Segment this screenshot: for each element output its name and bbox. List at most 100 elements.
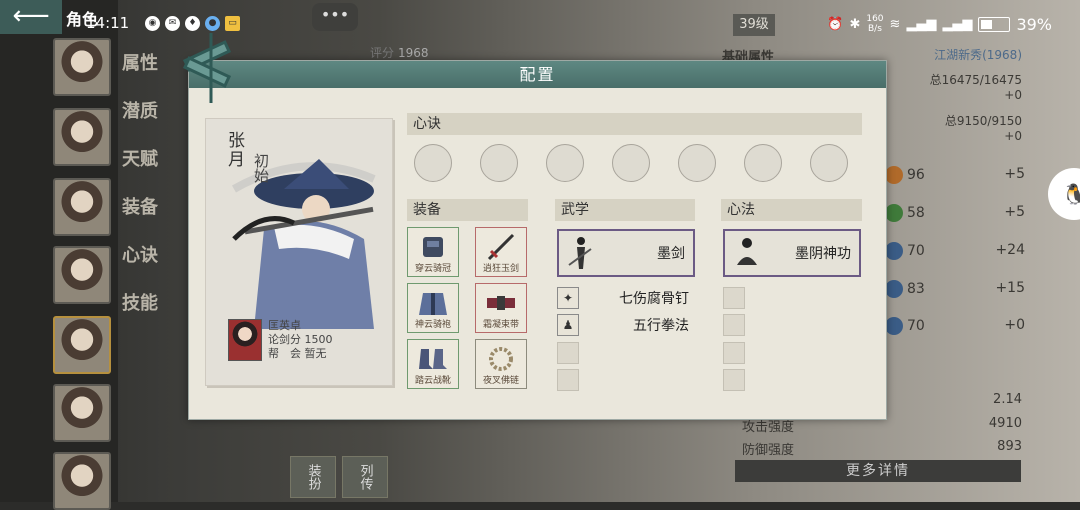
armor-icon (423, 237, 443, 257)
method-sub-slot-3[interactable] (723, 342, 745, 364)
pinwheel-decoration-icon (182, 33, 232, 103)
character-portrait-2[interactable] (53, 108, 111, 166)
attr-row-1: 96 +5 (885, 166, 1025, 184)
robe-icon (419, 293, 447, 315)
character-portrait-6[interactable] (53, 384, 111, 442)
method-sub-slot-1[interactable] (723, 287, 745, 309)
method-sub-slot-4[interactable] (723, 369, 745, 391)
martial-sub-name-2: 五行拳法 (633, 318, 689, 334)
character-name: 张月 (224, 131, 244, 169)
mail-icon: ▭ (225, 16, 240, 31)
wifi-icon: ≋ (889, 16, 901, 32)
notification-icons: ◉ ✉ ♦ ● ▭ (145, 16, 240, 31)
swordsman-icon (568, 237, 592, 269)
heart-slot-6[interactable] (744, 144, 782, 182)
owner-score: 论剑分 1500 (268, 333, 333, 346)
more-details-button[interactable]: 更多详情 (735, 460, 1021, 482)
equip-slot-accessory[interactable]: 夜叉佛链 (475, 339, 527, 389)
attribute-tabs: 属性 潜质 天赋 装备 心诀 技能 (122, 40, 172, 328)
character-illustration (232, 159, 376, 329)
heart-slot-3[interactable] (546, 144, 584, 182)
level-badge: 39级 (733, 14, 775, 36)
back-button[interactable]: ⟵ (0, 0, 62, 34)
equip-slot-weapon[interactable]: 逍狂玉剑 (475, 227, 527, 277)
bottom-tabs: 装扮 列传 (290, 456, 388, 498)
character-portrait-1[interactable] (53, 38, 111, 96)
martial-main-name: 墨剑 (657, 246, 685, 262)
heart-slot-4[interactable] (612, 144, 650, 182)
signal-icon-2: ▂▄▆ (942, 16, 973, 32)
tab-equipment[interactable]: 装备 (122, 184, 172, 232)
circle-app-icon: ● (205, 16, 220, 31)
martial-sub-slot-3[interactable] (557, 342, 579, 364)
martial-main-slot[interactable]: 墨剑 (557, 229, 695, 277)
equipment-section-header: 装备 (407, 199, 528, 221)
app-icon: ♦ (185, 16, 200, 31)
attr-row-5: 70 +0 (885, 317, 1025, 335)
beads-icon (489, 347, 513, 371)
tab-biography[interactable]: 列传 (342, 456, 388, 498)
equip-slot-belt[interactable]: 霜凝束带 (475, 283, 527, 333)
attr-icon (885, 280, 903, 298)
attr-row-4: 83 +15 (885, 280, 1025, 298)
power-score: 评分 1968 (370, 46, 429, 60)
penguin-icon: 🐧 (1061, 182, 1080, 206)
status-time: 14:11 (86, 14, 130, 32)
belt-icon (487, 296, 515, 310)
config-modal: 配置 张月 初始 匡英卓 论剑分 1500 帮 会 暂无 心诀 装备 穿云骑冠 … (182, 33, 887, 420)
method-main-slot[interactable]: 墨阴神功 (723, 229, 861, 277)
sword-icon (487, 233, 515, 261)
tab-attributes[interactable]: 属性 (122, 40, 172, 88)
system-status: ⏰ ✱ 160 B/s ≋ ▂▄▆ ▂▄▆ 39% (827, 14, 1052, 34)
attr-icon (885, 166, 903, 184)
battery-percent: 39% (1016, 14, 1052, 34)
back-arrow-icon: ⟵ (12, 1, 50, 31)
dart-icon: ✦ (562, 291, 574, 305)
owner-info: 匡英卓 论剑分 1500 帮 会 暂无 (228, 319, 333, 361)
attr-icon (885, 242, 903, 260)
fist-icon: ♟ (562, 318, 574, 332)
equip-slot-helmet[interactable]: 穿云骑冠 (407, 227, 459, 277)
character-portrait-selected[interactable] (53, 316, 111, 374)
character-portrait-4[interactable] (53, 246, 111, 304)
chat-dots-icon: ••• (320, 5, 350, 24)
meditation-icon (737, 238, 757, 265)
battery-icon (978, 16, 1011, 32)
equip-slot-boots[interactable]: 踏云战靴 (407, 339, 459, 389)
owner-avatar (228, 319, 262, 361)
method-sub-slot-2[interactable] (723, 314, 745, 336)
attr-row-3: 70 +24 (885, 242, 1025, 260)
rank-label: 江湖新秀(1968) (934, 48, 1022, 62)
character-portrait-7[interactable] (53, 452, 111, 510)
boots-icon (419, 349, 447, 369)
attr-row-2: 58 +5 (885, 204, 1025, 222)
martial-section-header: 武学 (555, 199, 695, 221)
tab-potential[interactable]: 潜质 (122, 88, 172, 136)
method-main-name: 墨阴神功 (795, 246, 851, 262)
equip-slot-robe[interactable]: 神云骑袍 (407, 283, 459, 333)
wechat-icon: ◉ (145, 16, 160, 31)
alarm-icon: ⏰ (827, 16, 844, 32)
tab-skills[interactable]: 技能 (122, 280, 172, 328)
character-title: 初始 (252, 153, 270, 183)
character-card: 张月 初始 匡英卓 论剑分 1500 帮 会 暂无 (205, 118, 393, 386)
heart-slot-5[interactable] (678, 144, 716, 182)
heart-slot-7[interactable] (810, 144, 848, 182)
chat-button[interactable]: ••• (312, 3, 358, 31)
tab-outfit[interactable]: 装扮 (290, 456, 336, 498)
owner-name: 匡英卓 (268, 319, 301, 332)
martial-sub-slot-2[interactable]: ♟ (557, 314, 579, 336)
heart-section-header: 心诀 (407, 113, 862, 135)
method-section-header: 心法 (721, 199, 862, 221)
net-speed: 160 B/s (866, 14, 884, 34)
attr-icon (885, 317, 903, 335)
character-portrait-3[interactable] (53, 178, 111, 236)
stat-defense: 防御强度 893 (742, 439, 1022, 458)
heart-slot-1[interactable] (414, 144, 452, 182)
martial-sub-slot-4[interactable] (557, 369, 579, 391)
bluetooth-icon: ✱ (849, 16, 861, 32)
martial-sub-slot-1[interactable]: ✦ (557, 287, 579, 309)
tab-heart[interactable]: 心诀 (122, 232, 172, 280)
tab-talent[interactable]: 天赋 (122, 136, 172, 184)
heart-slot-2[interactable] (480, 144, 518, 182)
